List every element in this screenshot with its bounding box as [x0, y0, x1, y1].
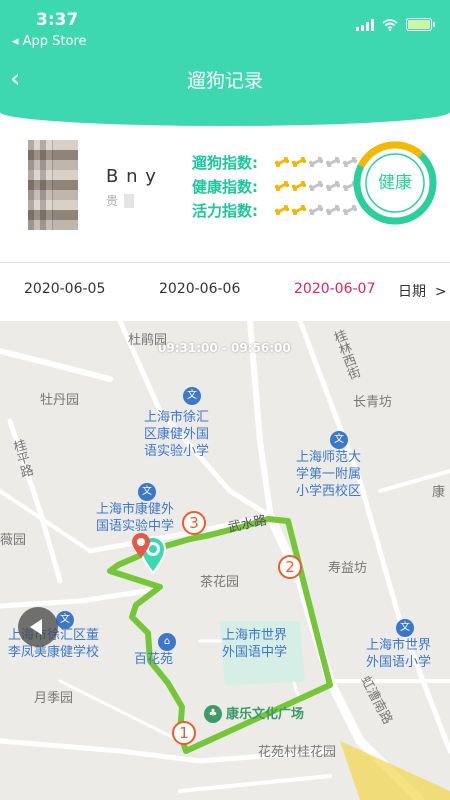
map-label: 上海市世界 外国语小学 [366, 638, 432, 670]
bone-empty-icon [325, 181, 341, 191]
signal-icon [356, 18, 374, 31]
header-bar: 3:37 ◂ App Store ‹ 遛狗记录 [0, 0, 450, 112]
map-label: 康乐文化广场 [226, 707, 305, 722]
bone-filled-icon [274, 157, 290, 167]
school-poi-icon: 文 [330, 431, 348, 449]
map-label: 月季园 [34, 691, 74, 706]
status-bar: 3:37 ◂ App Store [0, 0, 450, 56]
map-label: 百花苑 [134, 652, 174, 667]
map-label: 上海市徐汇 区康健外国 语实验小学 [144, 410, 210, 459]
route-time-range: 09:31:00 - 09:56:00 [158, 341, 291, 355]
bone-rating [274, 157, 358, 167]
map-label: 上海师范大 学第一附属 小学西校区 [296, 450, 362, 499]
dog-name: B n y [106, 166, 157, 187]
route-marker-1[interactable]: 1 [172, 721, 196, 745]
metric-row-walk: 遛狗指数: [192, 150, 358, 174]
metric-label: 遛狗指数: [192, 153, 258, 172]
metric-row-health: 健康指数: [192, 174, 358, 198]
page-title: 遛狗记录 [186, 70, 263, 92]
map-label: 寿益坊 [328, 561, 368, 576]
wifi-icon [382, 18, 398, 31]
map-label: 上海市康健外 国语实验中学 [96, 502, 175, 534]
bone-rating [274, 205, 358, 215]
map-label: 茶花园 [200, 575, 240, 590]
dog-avatar[interactable] [28, 140, 78, 230]
header-curve [0, 112, 450, 126]
bone-filled-icon [291, 205, 307, 215]
map-label: 康 [432, 485, 446, 500]
map-label: 长青坊 [353, 395, 393, 410]
metric-label: 活力指数: [192, 201, 258, 220]
bone-empty-icon [325, 205, 341, 215]
battery-icon [406, 18, 435, 31]
chevron-right-icon: > [430, 284, 447, 300]
status-time: 3:37 [36, 10, 79, 30]
map-label: 杜鹃园 [128, 333, 168, 348]
back-to-app-store-link[interactable]: ◂ App Store [12, 34, 87, 49]
bone-filled-icon [291, 181, 307, 191]
status-icons [356, 18, 435, 31]
bone-filled-icon [274, 205, 290, 215]
blurred-text [124, 194, 134, 208]
bone-empty-icon [308, 205, 324, 215]
bone-filled-icon [291, 157, 307, 167]
date-tabs: 2020-06-05 2020-06-06 2020-06-07 日期 > [0, 263, 450, 321]
route-marker-2[interactable]: 2 [278, 555, 302, 579]
bone-empty-icon [308, 157, 324, 167]
park-poi-icon: ♣ [204, 705, 222, 723]
route-map[interactable]: 09:31:00 - 09:56:00 杜鹃园 牡丹园 长青坊 桂平路 文 上海… [0, 321, 450, 800]
map-label: 花苑村桂花园 [258, 745, 337, 760]
route-marker-3[interactable]: 3 [182, 511, 206, 535]
bone-empty-icon [325, 157, 341, 167]
school-poi-icon: 文 [396, 619, 414, 637]
dog-subtitle: 贵 [106, 194, 119, 208]
bone-rating [274, 181, 358, 191]
map-label: 薇园 [0, 533, 27, 548]
bone-filled-icon [274, 181, 290, 191]
school-poi-icon: 文 [183, 387, 201, 405]
date-tab-2[interactable]: 2020-06-07 [294, 281, 375, 297]
date-tab-0[interactable]: 2020-06-05 [24, 281, 105, 297]
metric-row-vitality: 活力指数: [192, 198, 358, 222]
playback-button[interactable] [18, 607, 58, 647]
location-pin-icon [132, 533, 150, 558]
map-label: 上海市世界 外国语中学 [222, 628, 288, 660]
residence-poi-icon: ⌂ [158, 633, 176, 651]
date-picker-button[interactable]: 日期 > [398, 281, 447, 301]
date-tab-1[interactable]: 2020-06-06 [159, 281, 240, 297]
bone-empty-icon [308, 181, 324, 191]
map-label: 牡丹园 [40, 393, 80, 408]
date-picker-label: 日期 [398, 284, 426, 300]
metric-label: 健康指数: [192, 177, 258, 196]
metrics-list: 遛狗指数: 健康指数: 活力指数: [192, 150, 358, 222]
school-poi-icon: 文 [138, 483, 156, 501]
health-status-label: 健康 [378, 173, 412, 193]
